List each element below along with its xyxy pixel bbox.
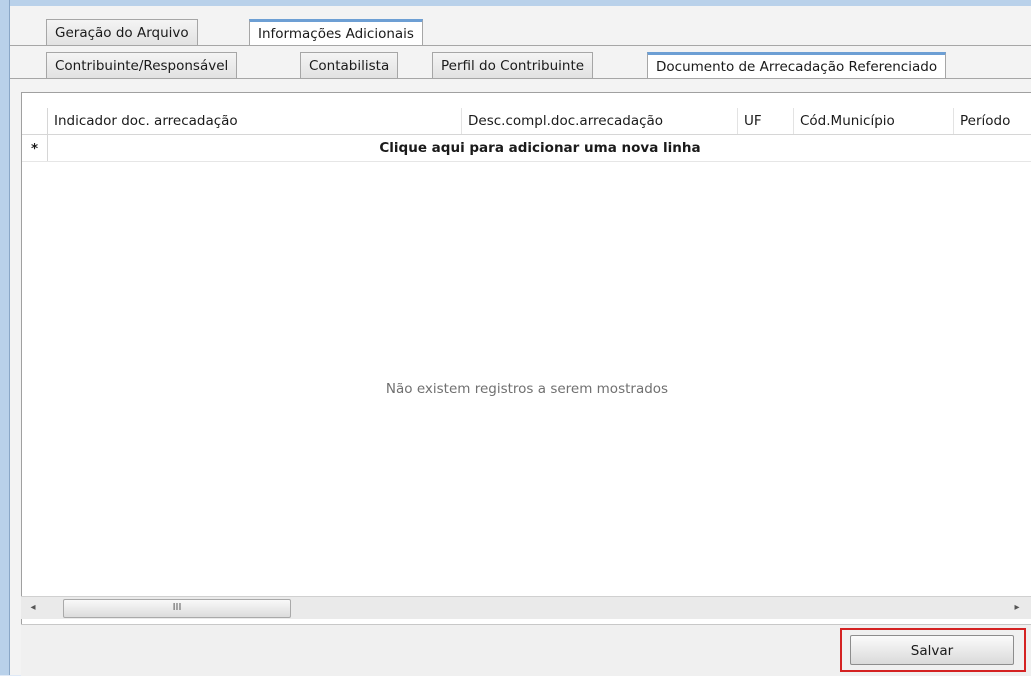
tab-label: Informações Adicionais [258,26,414,42]
new-row-marker: * [22,135,48,161]
new-row[interactable]: * Clique aqui para adicionar uma nova li… [22,135,1031,162]
window-frame-left [0,0,10,675]
column-header-indicador[interactable]: Indicador doc. arrecadação [48,108,462,134]
scroll-grip-icon: III [172,602,182,613]
tab-documento-de-arrecadacao-referenciado[interactable]: Documento de Arrecadação Referenciado [647,52,947,78]
horizontal-scrollbar[interactable]: ◂ III ▸ [21,596,1031,619]
save-button[interactable]: Salvar [850,635,1014,665]
scroll-right-arrow-icon[interactable]: ▸ [1007,597,1027,619]
empty-message: Não existem registros a serem mostrados [385,381,669,397]
tab-label: Perfil do Contribuinte [441,58,585,74]
save-button-label: Salvar [910,643,954,659]
tab-contribuinte-responsavel[interactable]: Contribuinte/Responsável [46,52,238,78]
column-header-desc-compl[interactable]: Desc.compl.doc.arrecadação [462,108,738,134]
tab-label: Documento de Arrecadação Referenciado [656,59,938,75]
row-header-corner [22,108,48,134]
tab-row-divider [10,45,1031,46]
tab-geracao-do-arquivo[interactable]: Geração do Arquivo [46,19,198,45]
new-row-prompt[interactable]: Clique aqui para adicionar uma nova linh… [48,135,1031,161]
tab-perfil-do-contribuinte[interactable]: Perfil do Contribuinte [432,52,594,78]
tab-row-divider [10,78,1031,79]
scroll-thumb[interactable]: III [63,599,291,618]
data-grid[interactable]: Indicador doc. arrecadação Desc.compl.do… [21,92,1031,625]
column-header-uf[interactable]: UF [738,108,794,134]
column-header-cod-municipio[interactable]: Cód.Município [794,108,954,134]
column-header-periodo[interactable]: Período [954,108,1031,134]
grid-header: Indicador doc. arrecadação Desc.compl.do… [22,108,1031,135]
tab-label: Contribuinte/Responsável [55,58,229,74]
tab-label: Geração do Arquivo [55,25,189,41]
tab-contabilista[interactable]: Contabilista [300,52,399,78]
scroll-left-arrow-icon[interactable]: ◂ [23,597,43,619]
tab-informacoes-adicionais[interactable]: Informações Adicionais [249,19,423,45]
tab-label: Contabilista [309,58,390,74]
